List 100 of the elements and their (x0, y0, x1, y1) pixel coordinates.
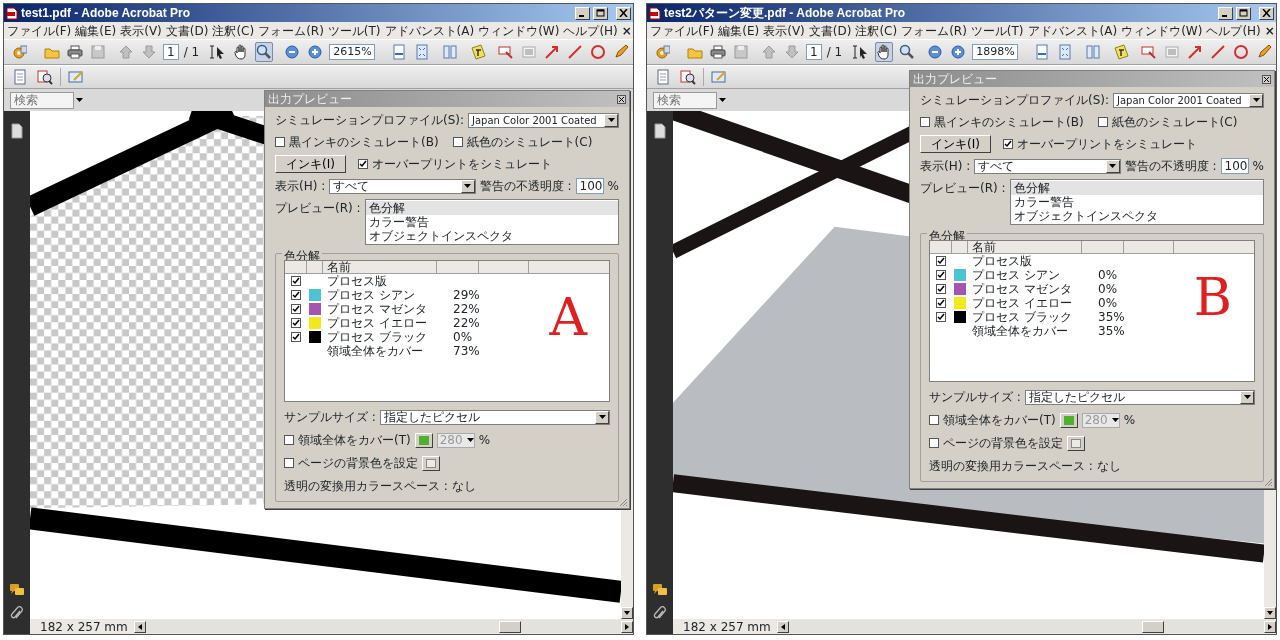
dropdown-button[interactable] (604, 113, 618, 127)
maximize-button[interactable] (1236, 6, 1251, 20)
menu-item[interactable]: ファイル(F) (7, 23, 72, 38)
list-item[interactable]: 色分解 (1010, 181, 1263, 195)
sample-size-select[interactable]: 指定したピクセル (1024, 389, 1255, 405)
comments-icon[interactable] (9, 582, 25, 598)
sample-size-select[interactable]: 指定したピクセル (379, 409, 610, 425)
color-button[interactable] (1067, 435, 1085, 451)
checkbox[interactable] (357, 159, 368, 169)
search-field[interactable]: 検索 (10, 91, 74, 109)
close-document-button[interactable]: × (621, 23, 632, 38)
menu-item[interactable]: アドバンスト(A) (1027, 23, 1118, 38)
ink-button[interactable]: インキ(I) (920, 135, 991, 153)
checkbox[interactable] (936, 284, 946, 294)
checkbox[interactable] (1097, 117, 1108, 127)
printer-icon[interactable] (709, 42, 727, 62)
dropdown-button[interactable] (1240, 390, 1254, 404)
checkbox[interactable] (929, 438, 939, 448)
resize-grip-icon[interactable] (1263, 477, 1273, 487)
scroll-thumb[interactable] (499, 620, 521, 633)
menu-item[interactable]: フォーム(R) (901, 23, 967, 38)
checkbox[interactable] (291, 276, 301, 286)
menu-item[interactable]: フォーム(R) (258, 23, 324, 38)
color-button[interactable] (414, 432, 433, 448)
menu-item[interactable]: ウィンドウ(W) (1121, 23, 1203, 38)
minimize-button[interactable] (575, 6, 590, 20)
show-select[interactable]: すべて (329, 178, 476, 194)
comments-icon[interactable] (652, 582, 668, 598)
show-select[interactable]: すべて (974, 158, 1121, 174)
checkbox[interactable] (1002, 139, 1013, 149)
checkbox[interactable] (936, 298, 946, 308)
page-number-field[interactable]: 1 (163, 44, 179, 60)
maximize-button[interactable] (593, 6, 608, 20)
menu-item[interactable]: 編集(E) (75, 23, 117, 38)
gear-icon[interactable] (10, 42, 28, 62)
zoom-out-icon[interactable] (283, 42, 302, 62)
gear-icon[interactable] (653, 42, 671, 62)
scroll-right-button[interactable] (621, 620, 633, 633)
zoom-out-icon[interactable] (926, 42, 945, 62)
menu-item[interactable]: ウィンドウ(W) (478, 23, 560, 38)
zoom-field[interactable]: 1898% (972, 44, 1019, 60)
checkbox[interactable] (936, 256, 946, 266)
scan-icon[interactable] (35, 67, 55, 87)
zoom-in-icon[interactable] (306, 42, 325, 62)
menu-item[interactable]: ツール(T) (970, 23, 1024, 38)
color-button[interactable] (1059, 412, 1078, 428)
list-item[interactable]: カラー警告 (365, 215, 618, 229)
menu-item[interactable]: ツール(T) (327, 23, 381, 38)
scan-icon[interactable] (678, 67, 698, 87)
ink-button[interactable]: インキ(I) (275, 155, 346, 173)
list-item[interactable]: オブジェクトインスペクタ (365, 229, 618, 243)
search-field[interactable]: 検索 (653, 91, 717, 109)
menu-item[interactable]: ファイル(F) (650, 23, 715, 38)
menu-item[interactable]: 文書(D) (165, 23, 209, 38)
close-button[interactable] (616, 6, 631, 20)
horizontal-scrollbar[interactable] (133, 620, 633, 633)
list-item[interactable]: オブジェクトインスペクタ (1010, 209, 1263, 223)
checkbox[interactable] (452, 137, 463, 147)
checkbox[interactable] (275, 137, 285, 147)
checkbox[interactable] (291, 332, 301, 342)
scroll-thumb[interactable] (1142, 620, 1164, 633)
list-item[interactable]: カラー警告 (1010, 195, 1263, 209)
dropdown-button[interactable] (1249, 93, 1263, 107)
menu-item[interactable]: アドバンスト(A) (384, 23, 475, 38)
checkbox[interactable] (284, 458, 294, 468)
menu-item[interactable]: 注釈(C) (212, 23, 255, 38)
checkbox[interactable] (929, 415, 939, 425)
menu-item[interactable]: 文書(D) (808, 23, 852, 38)
menu-item[interactable]: 表示(V) (763, 23, 805, 38)
hand-icon[interactable] (875, 42, 894, 62)
menu-item[interactable]: 表示(V) (120, 23, 162, 38)
close-button[interactable] (1259, 6, 1274, 20)
profile-select[interactable]: Japan Color 2001 Coated (1113, 92, 1264, 108)
minimize-button[interactable] (1218, 6, 1233, 20)
dropdown-button[interactable] (460, 179, 475, 193)
dropdown-button[interactable] (1105, 159, 1120, 173)
sticky-note-icon[interactable] (469, 42, 488, 62)
checkbox[interactable] (936, 312, 946, 322)
menu-item[interactable]: ヘルプ(H) (563, 23, 618, 38)
opacity-field[interactable]: 100 (575, 178, 604, 194)
close-icon[interactable] (1262, 74, 1271, 84)
resize-grip-icon[interactable] (618, 497, 628, 507)
profile-select[interactable]: Japan Color 2001 Coated (468, 112, 619, 128)
menu-item[interactable]: ヘルプ(H) (1206, 23, 1261, 38)
zoom-icon[interactable] (255, 42, 274, 62)
checkbox[interactable] (291, 318, 301, 328)
checkbox[interactable] (920, 117, 930, 127)
color-button[interactable] (422, 455, 440, 471)
menu-item[interactable]: 注釈(C) (855, 23, 898, 38)
zoom-in-icon[interactable] (949, 42, 968, 62)
checkbox[interactable] (291, 304, 301, 314)
scroll-left-button[interactable] (133, 620, 146, 633)
scroll-right-button[interactable] (1264, 620, 1276, 633)
page-number-field[interactable]: 1 (806, 44, 822, 60)
menu-item[interactable]: 編集(E) (718, 23, 760, 38)
checkbox[interactable] (936, 270, 946, 280)
close-icon[interactable] (617, 94, 626, 104)
checkbox[interactable] (291, 290, 301, 300)
checkbox[interactable] (284, 435, 294, 445)
zoom-field[interactable]: 2615% (329, 44, 376, 60)
